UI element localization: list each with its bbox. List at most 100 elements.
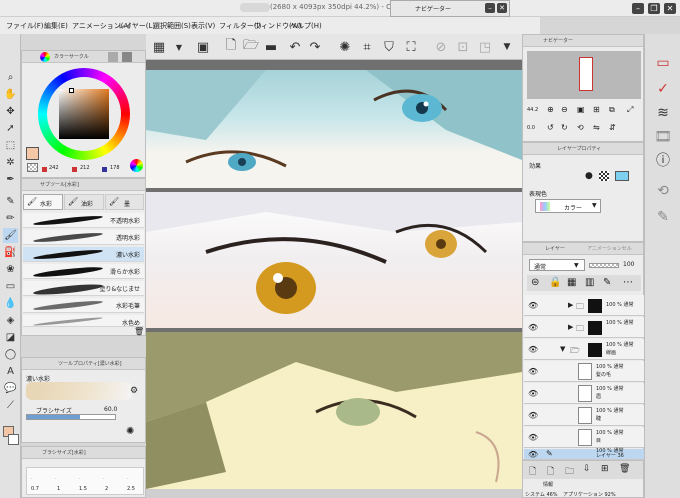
menu-edit[interactable]: 編集(E) xyxy=(44,21,68,31)
menu-help[interactable]: ヘルプ(H) xyxy=(290,21,322,31)
navigator-view-rect[interactable] xyxy=(579,57,593,91)
blend-mode-select[interactable]: 通常 ▼ xyxy=(529,259,585,271)
loading-icon[interactable]: ✺ xyxy=(336,38,354,56)
layer-lock-icon[interactable]: 🔒 xyxy=(549,277,561,288)
sub-tool-detail-icon[interactable]: ✺ xyxy=(126,426,134,437)
layer-row[interactable]: 👁 ▶ 🗀 100 % 通常 xyxy=(524,295,644,316)
layer-row-selected[interactable]: 👁 ✎ 100 % 通常 レイヤー 36 xyxy=(524,449,644,460)
group-tab-ink[interactable]: 🖌 墨 xyxy=(105,194,144,210)
crop-icon[interactable]: ⌗ xyxy=(358,38,376,56)
clip-studio-icon[interactable]: ▣ xyxy=(194,38,212,56)
layer-property-tab-label[interactable]: レイヤープロパティ xyxy=(557,145,601,152)
brush-size-slider[interactable] xyxy=(26,414,116,420)
visibility-eye-icon[interactable]: 👁 xyxy=(528,450,538,459)
new-folder-icon[interactable]: 🗀 xyxy=(565,464,574,480)
redo-icon[interactable]: ↷ xyxy=(306,38,324,56)
brush-size-preset[interactable]: 0.7 xyxy=(31,486,39,492)
save-icon[interactable]: ▬ xyxy=(262,38,280,56)
history-dock-icon[interactable]: ⟲ xyxy=(651,180,675,202)
color-panel-tab-label[interactable]: カラーサークル xyxy=(54,53,89,60)
group-tab-oil[interactable]: 🖌 油彩 xyxy=(64,194,104,210)
fit-icon[interactable]: ⊞ xyxy=(593,105,600,114)
brush-tool-icon[interactable]: 🖌 xyxy=(3,228,18,243)
pen-tool-icon[interactable]: ✎ xyxy=(3,194,18,209)
navigator-minimize-button[interactable]: – xyxy=(485,3,495,13)
clear-selection-icon[interactable]: ⊘ xyxy=(432,38,450,56)
layer-mask-icon[interactable]: ▥ xyxy=(585,277,594,288)
flip-vertical-icon[interactable]: ⇵ xyxy=(609,123,616,132)
opacity-slider[interactable] xyxy=(589,263,619,268)
text-tool-icon[interactable]: A xyxy=(3,364,18,379)
brush-item[interactable]: 滑らか水彩 xyxy=(23,264,144,279)
flip-horizontal-icon[interactable]: ⇋ xyxy=(593,123,600,132)
magic-wand-icon[interactable]: ✲ xyxy=(3,155,18,170)
visibility-eye-icon[interactable]: 👁 xyxy=(528,389,538,398)
reset-rotation-icon[interactable]: ⟲ xyxy=(577,123,584,132)
rotation-value[interactable]: 0.0 xyxy=(527,125,535,131)
eyedropper-icon[interactable]: ✒ xyxy=(3,172,18,187)
actual-size-icon[interactable]: ▣ xyxy=(577,105,585,114)
layers-dock-icon[interactable]: ≋ xyxy=(651,102,675,124)
folder-expand-icon[interactable]: ▶ xyxy=(568,323,573,331)
brush-size-preset[interactable]: 2.5 xyxy=(127,486,135,492)
visibility-eye-icon[interactable]: 👁 xyxy=(528,433,538,442)
brush-item[interactable]: 水色め xyxy=(23,315,144,327)
current-color-swatch[interactable] xyxy=(26,147,39,160)
saturation-value-square[interactable] xyxy=(59,89,109,139)
color-mode-toggle-icon[interactable] xyxy=(130,159,143,172)
delete-layer-icon[interactable]: 🗑 xyxy=(619,464,630,474)
zoom-value[interactable]: 44.2 xyxy=(527,107,538,113)
navigator-floating-window[interactable]: ナビゲーター – ✕ xyxy=(390,0,510,17)
v-value[interactable]: 178 xyxy=(110,165,120,171)
info-dock-icon[interactable]: ⓘ xyxy=(651,150,675,172)
fill-icon[interactable]: ⛉ xyxy=(380,38,398,56)
folder-collapse-icon[interactable]: ▼ xyxy=(560,345,565,353)
group-tab-watercolor[interactable]: 🖌 水彩 xyxy=(23,194,63,210)
tone-effect-icon[interactable] xyxy=(599,171,609,181)
combine-layer-icon[interactable]: ⊞ xyxy=(601,464,609,474)
restore-button[interactable]: ❐ xyxy=(648,3,660,14)
wrench-icon[interactable]: ⚙ xyxy=(130,386,138,396)
minimize-button[interactable]: – xyxy=(632,3,644,14)
tool-property-tab-label[interactable]: ツールプロパティ[濃い水彩] xyxy=(58,360,122,367)
transform-icon[interactable]: ⛶ xyxy=(402,38,420,56)
info-tab-label[interactable]: 情報 xyxy=(543,481,553,488)
transfer-layer-icon[interactable]: ⇩ xyxy=(583,464,591,474)
decoration-icon[interactable]: ❀ xyxy=(3,262,18,277)
menu-selection[interactable]: 選択範囲(S) xyxy=(153,21,191,31)
layer-color-icon[interactable] xyxy=(615,171,629,181)
brush-item-selected[interactable]: 濃い水彩 xyxy=(23,247,144,262)
correct-line-icon[interactable]: ⟋ xyxy=(3,398,18,413)
folder-expand-icon[interactable]: ▶ xyxy=(568,301,573,309)
visibility-eye-icon[interactable]: 👁 xyxy=(528,367,538,376)
brush-item[interactable]: 水彩毛筆 xyxy=(23,298,144,313)
sub-color-swatch[interactable] xyxy=(8,434,19,445)
fill-tool-icon[interactable]: ◈ xyxy=(3,313,18,328)
figure-tool-icon[interactable]: ◯ xyxy=(3,347,18,362)
layer-draft-icon[interactable]: ✎ xyxy=(603,277,611,288)
menu-view[interactable]: 表示(V) xyxy=(191,21,215,31)
trash-icon[interactable]: 🗑 xyxy=(134,327,144,336)
h-value[interactable]: 242 xyxy=(49,165,59,171)
navigator-close-button[interactable]: ✕ xyxy=(497,3,507,13)
hue-cursor[interactable] xyxy=(69,88,74,93)
fit-navigator-icon[interactable]: ⧉ xyxy=(609,105,615,115)
opacity-value[interactable]: 100 xyxy=(623,261,634,268)
lasso-tool-icon[interactable]: ⬚ xyxy=(3,138,18,153)
animation-dock-icon[interactable]: 🎞 xyxy=(651,126,675,148)
close-button[interactable]: ✕ xyxy=(664,3,676,14)
layer-row[interactable]: 👁 100 % 通常睫 xyxy=(524,405,644,426)
new-file-icon[interactable]: 🗋 xyxy=(222,38,240,56)
airbrush-icon[interactable]: ⛽ xyxy=(3,245,18,260)
command-bar-more-icon[interactable]: ▼ xyxy=(498,38,516,56)
open-folder-icon[interactable]: 🗁 xyxy=(242,38,260,56)
select-tool-icon[interactable]: ➚ xyxy=(3,121,18,136)
transparent-color-swatch[interactable] xyxy=(27,163,38,172)
chevron-down-icon[interactable]: ▼ xyxy=(170,38,188,56)
s-value[interactable]: 212 xyxy=(80,165,90,171)
animation-cel-tab-label[interactable]: アニメーションセル xyxy=(587,245,632,252)
pencil-tool-icon[interactable]: ✏ xyxy=(3,211,18,226)
grid-menu-icon[interactable]: ▦ xyxy=(150,38,168,56)
layer-row[interactable]: 👁 ▶ 🗀 100 % 通常 xyxy=(524,317,644,338)
brush-size-preset[interactable]: 1 xyxy=(57,486,60,492)
